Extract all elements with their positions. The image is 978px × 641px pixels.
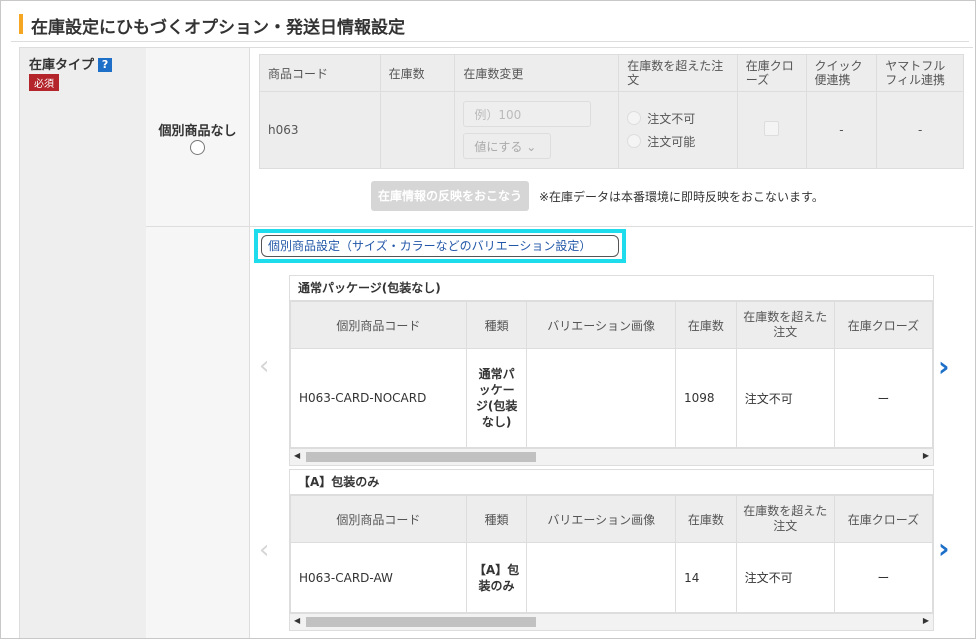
var-close-cell: ー bbox=[833, 542, 934, 613]
table-row: H063-CARD-NOCARD 通常パッケージ(包装なし) 1098 注文不可… bbox=[290, 348, 934, 448]
variation-table: 個別商品コード 種類 バリエーション画像 在庫数 在庫数を超えた注文 在庫クロー… bbox=[290, 301, 934, 448]
stock-header-row: 商品コード 在庫数 在庫数変更 在庫数を超えた注文 在庫クローズ クイック便連携… bbox=[259, 54, 964, 92]
variation-table: 個別商品コード 種類 バリエーション画像 在庫数 在庫数を超えた注文 在庫クロー… bbox=[290, 495, 934, 613]
chevron-right-icon[interactable]: › bbox=[938, 350, 950, 383]
var-order-cell: 注文不可 bbox=[735, 348, 835, 448]
scroll-right-icon[interactable]: ▶ bbox=[923, 451, 929, 460]
col-var-close: 在庫クローズ bbox=[833, 301, 934, 349]
section-title-text: 在庫設定にひもづくオプション・発送日情報設定 bbox=[31, 18, 405, 38]
var-image-cell bbox=[526, 348, 676, 448]
stock-qty-cell bbox=[379, 91, 456, 169]
reflect-stock-button[interactable]: 在庫情報の反映をおこなう bbox=[371, 181, 529, 211]
col-stock-close: 在庫クローズ bbox=[736, 54, 807, 92]
stock-table: 商品コード 在庫数 在庫数変更 在庫数を超えた注文 在庫クローズ クイック便連携… bbox=[259, 54, 964, 169]
var-close-cell: ー bbox=[833, 348, 934, 448]
quick-cell: - bbox=[805, 91, 878, 169]
option-label: 個別商品なし bbox=[158, 124, 237, 139]
var-code-cell: H063-CARD-AW bbox=[290, 542, 467, 613]
product-code-cell: h063 bbox=[259, 91, 381, 169]
col-stock-change: 在庫数変更 bbox=[454, 54, 620, 92]
stock-row: h063 例）100 値にする ⌄ 注文不可 注文可能 - - bbox=[259, 91, 964, 169]
select-label: 値にする bbox=[474, 140, 523, 154]
order-disallow-label: 注文不可 bbox=[647, 112, 696, 126]
var-kind-cell: 【A】包装のみ bbox=[465, 542, 528, 613]
label-column: 在庫タイプ? 必須 bbox=[19, 48, 147, 638]
variation-header-row: 個別商品コード 種類 バリエーション画像 在庫数 在庫数を超えた注文 在庫クロー… bbox=[290, 301, 934, 349]
stock-type-label: 在庫タイプ bbox=[29, 58, 95, 73]
col-over-stock-order: 在庫数を超えた注文 bbox=[618, 54, 738, 92]
stock-type-label-wrap: 在庫タイプ? bbox=[29, 54, 113, 73]
section-title: 在庫設定にひもづくオプション・発送日情報設定 bbox=[11, 11, 969, 42]
col-var-kind: 種類 bbox=[465, 301, 528, 349]
panel-title: 通常パッケージ(包装なし) bbox=[290, 276, 933, 301]
settings-frame: 在庫設定にひもづくオプション・発送日情報設定 在庫タイプ? 必須 個別商品なし … bbox=[0, 0, 976, 639]
radio-icon bbox=[627, 111, 642, 125]
order-allow-label: 注文可能 bbox=[647, 135, 696, 149]
chevron-right-icon[interactable]: › bbox=[938, 532, 950, 565]
var-code-cell: H063-CARD-NOCARD bbox=[290, 348, 467, 448]
stock-close-cell bbox=[736, 91, 807, 169]
col-var-code: 個別商品コード bbox=[290, 301, 467, 349]
title-accent-bar bbox=[19, 14, 23, 34]
col-var-qty: 在庫数 bbox=[675, 495, 737, 543]
chevron-down-icon: ⌄ bbox=[526, 140, 537, 154]
col-quick: クイック便連携 bbox=[805, 54, 878, 92]
var-qty-cell: 1098 bbox=[674, 348, 737, 448]
variation-panel: 通常パッケージ(包装なし) 個別商品コード 種類 バリエーション画像 在庫数 在… bbox=[289, 275, 934, 466]
stock-change-select[interactable]: 値にする ⌄ bbox=[463, 133, 552, 159]
col-stock-qty: 在庫数 bbox=[379, 54, 456, 92]
var-image-cell bbox=[526, 542, 677, 613]
required-badge: 必須 bbox=[29, 74, 59, 91]
col-var-image: バリエーション画像 bbox=[526, 301, 676, 349]
help-icon[interactable]: ? bbox=[98, 58, 113, 72]
col-yamato: ヤマトフルフィル連携 bbox=[876, 54, 964, 92]
panel-title: 【A】包装のみ bbox=[290, 470, 933, 495]
col-var-qty: 在庫数 bbox=[674, 301, 737, 349]
order-allow-option[interactable]: 注文可能 bbox=[627, 133, 729, 150]
variation-settings-link[interactable]: 個別商品設定（サイズ・カラーなどのバリエーション設定） bbox=[261, 235, 619, 257]
col-var-over-order: 在庫数を超えた注文 bbox=[735, 301, 835, 349]
scroll-left-icon[interactable]: ◀ bbox=[294, 451, 300, 460]
order-disallow-option[interactable]: 注文不可 bbox=[627, 110, 729, 127]
scrollbar-thumb[interactable] bbox=[306, 617, 536, 627]
horizontal-scrollbar[interactable]: ◀ ▶ bbox=[290, 448, 933, 465]
stock-close-checkbox[interactable] bbox=[764, 121, 780, 136]
col-var-over-order: 在庫数を超えた注文 bbox=[735, 495, 835, 543]
reflect-note: ※在庫データは本番環境に即時反映をおこないます。 bbox=[539, 190, 824, 204]
col-var-image: バリエーション画像 bbox=[526, 495, 677, 543]
horizontal-scrollbar[interactable]: ◀ ▶ bbox=[290, 613, 933, 630]
col-var-close: 在庫クローズ bbox=[833, 495, 934, 543]
col-var-code: 個別商品コード bbox=[290, 495, 467, 543]
variation-settings-highlight: 個別商品設定（サイズ・カラーなどのバリエーション設定） bbox=[254, 229, 626, 263]
scroll-right-icon[interactable]: ▶ bbox=[923, 616, 929, 625]
stock-change-cell: 例）100 値にする ⌄ bbox=[454, 91, 620, 169]
var-kind-cell: 通常パッケージ(包装なし) bbox=[465, 348, 528, 448]
var-qty-cell: 14 bbox=[675, 542, 737, 613]
col-product-code: 商品コード bbox=[259, 54, 381, 92]
scrollbar-thumb[interactable] bbox=[306, 452, 536, 462]
chevron-left-icon[interactable]: ‹ bbox=[259, 535, 269, 565]
yamato-cell: - bbox=[876, 91, 964, 169]
settings-grid: 在庫タイプ? 必須 個別商品なし 商品コード 在庫数 在庫数変更 在庫数を超えた… bbox=[19, 47, 973, 638]
stock-change-input[interactable]: 例）100 bbox=[463, 101, 592, 127]
radio-icon bbox=[627, 134, 642, 148]
variation-header-row: 個別商品コード 種類 バリエーション画像 在庫数 在庫数を超えた注文 在庫クロー… bbox=[290, 495, 934, 543]
no-individual-radio[interactable] bbox=[190, 140, 205, 155]
row-divider bbox=[146, 226, 973, 227]
option-column: 個別商品なし bbox=[146, 48, 250, 638]
table-row: H063-CARD-AW 【A】包装のみ 14 注文不可 ー bbox=[290, 542, 934, 613]
var-order-cell: 注文不可 bbox=[735, 542, 835, 613]
over-order-cell: 注文不可 注文可能 bbox=[618, 91, 738, 169]
col-var-kind: 種類 bbox=[465, 495, 528, 543]
variation-panel: 【A】包装のみ 個別商品コード 種類 バリエーション画像 在庫数 在庫数を超えた… bbox=[289, 469, 934, 631]
chevron-left-icon[interactable]: ‹ bbox=[259, 351, 269, 381]
scroll-left-icon[interactable]: ◀ bbox=[294, 616, 300, 625]
